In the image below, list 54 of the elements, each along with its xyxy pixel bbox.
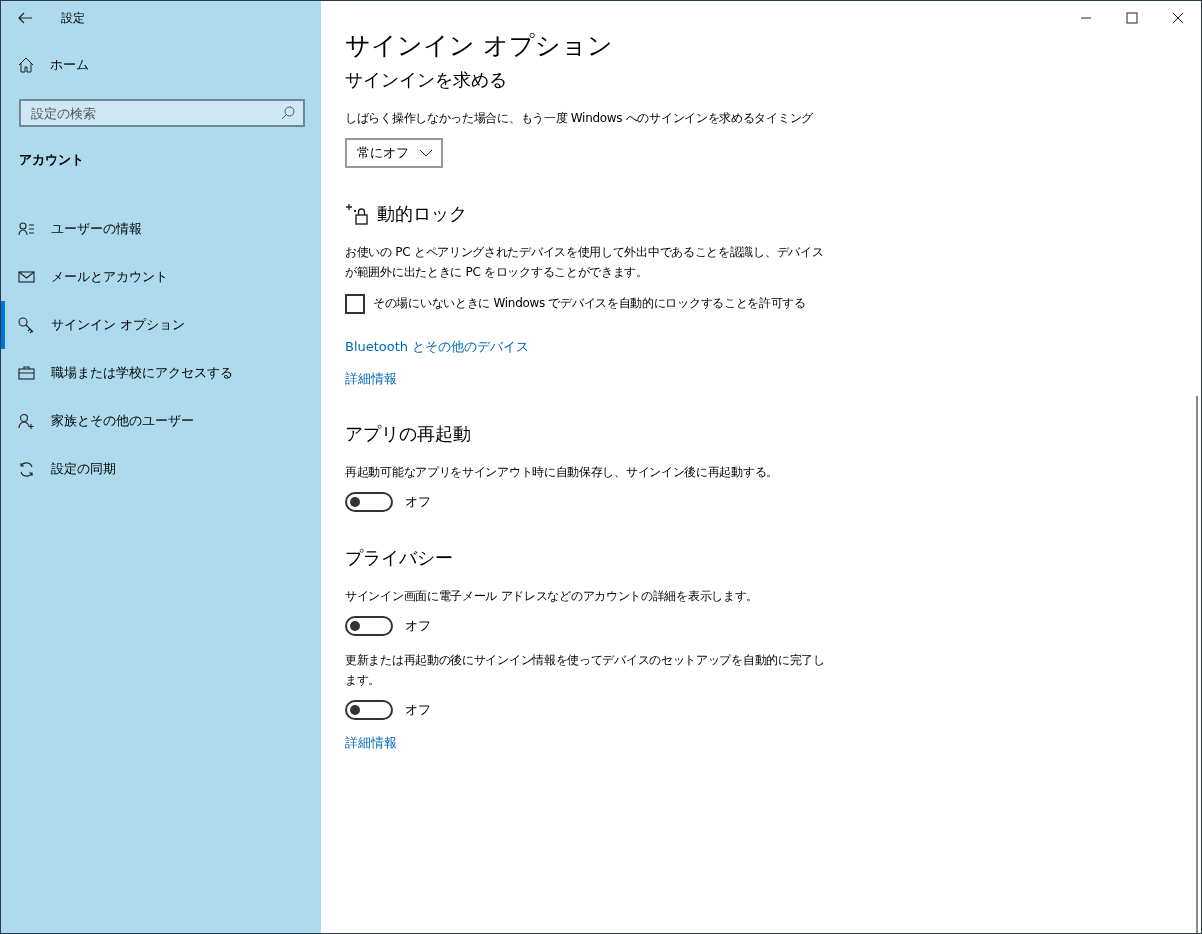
nav-item[interactable]: 職場または学校にアクセスする [1, 349, 321, 397]
nav-item[interactable]: 家族とその他のユーザー [1, 397, 321, 445]
section-heading: アカウント [18, 151, 85, 169]
maximize-icon [1126, 12, 1138, 24]
description-text: しばらく操作しなかった場合に、もう一度 Windows へのサインインを求めるタイミング [345, 110, 814, 127]
key-icon [18, 316, 35, 334]
window-title: 設定 [61, 9, 85, 27]
nav-label: メールとアカウント [51, 268, 168, 286]
link[interactable]: Bluetooth とその他のデバイス [345, 338, 530, 356]
nav-item[interactable]: 設定の同期 [1, 445, 321, 493]
nav-label: ホーム [50, 56, 89, 74]
page-title: サインイン オプション [345, 30, 614, 62]
description-text: お使いの PC とペアリングされたデバイスを使用して外出中であることを認識し、デバイスが範囲外に出たときに PC をロックすることができます。 [345, 244, 825, 281]
section-heading: サインインを求める [345, 68, 507, 92]
section-heading: プライバシー [345, 546, 453, 570]
link[interactable]: 詳細情報 [345, 734, 397, 752]
search-input[interactable]: 設定の検索 [29, 104, 281, 122]
briefcase-icon [18, 364, 35, 382]
toggle-switch[interactable] [345, 616, 393, 636]
checkbox-label: その場にいないときに Windows でデバイスを自動的にロックすることを許可する [373, 295, 806, 312]
nav-label: サインイン オプション [51, 316, 186, 334]
toggle-state-label: オフ [405, 701, 431, 719]
add-person-icon [18, 412, 35, 430]
sparkle-lock-icon [345, 203, 369, 225]
description-text: 更新または再起動の後にサインイン情報を使ってデバイスのセットアップを自動的に完了します。 [345, 652, 825, 689]
section-heading: 動的ロック [377, 202, 467, 226]
toggle-switch[interactable] [345, 492, 393, 512]
toggle-state-label: オフ [405, 617, 431, 635]
envelope-icon [18, 268, 35, 286]
nav-label: 家族とその他のユーザー [51, 412, 194, 430]
back-button[interactable] [17, 10, 33, 26]
toggle-state-label: オフ [405, 493, 431, 511]
nav-item[interactable]: ユーザーの情報 [1, 205, 321, 253]
home-icon [18, 57, 34, 73]
home-nav-item[interactable]: ホーム [1, 41, 321, 89]
nav-label: 職場または学校にアクセスする [51, 364, 233, 382]
checkbox[interactable] [345, 294, 365, 314]
nav-label: ユーザーの情報 [51, 220, 142, 238]
sync-icon [18, 460, 35, 478]
search-icon [281, 106, 295, 120]
close-icon [1172, 12, 1184, 24]
nav-item[interactable]: メールとアカウント [1, 253, 321, 301]
description-text: 再起動可能なアプリをサインアウト時に自動保存し、サインイン後に再起動する。 [345, 464, 779, 481]
nav-item[interactable]: サインイン オプション [1, 301, 321, 349]
scrollbar[interactable] [1196, 396, 1198, 933]
timing-dropdown[interactable]: 常にオフ [345, 138, 443, 168]
section-heading: アプリの再起動 [345, 422, 471, 446]
chevron-down-icon [419, 149, 433, 157]
nav-label: 設定の同期 [51, 460, 116, 478]
search-field[interactable]: 設定の検索 [19, 99, 305, 127]
description-text: サインイン画面に電子メール アドレスなどのアカウントの詳細を表示します。 [345, 588, 759, 605]
toggle-switch[interactable] [345, 700, 393, 720]
user-list-icon [18, 220, 35, 238]
link[interactable]: 詳細情報 [345, 370, 397, 388]
